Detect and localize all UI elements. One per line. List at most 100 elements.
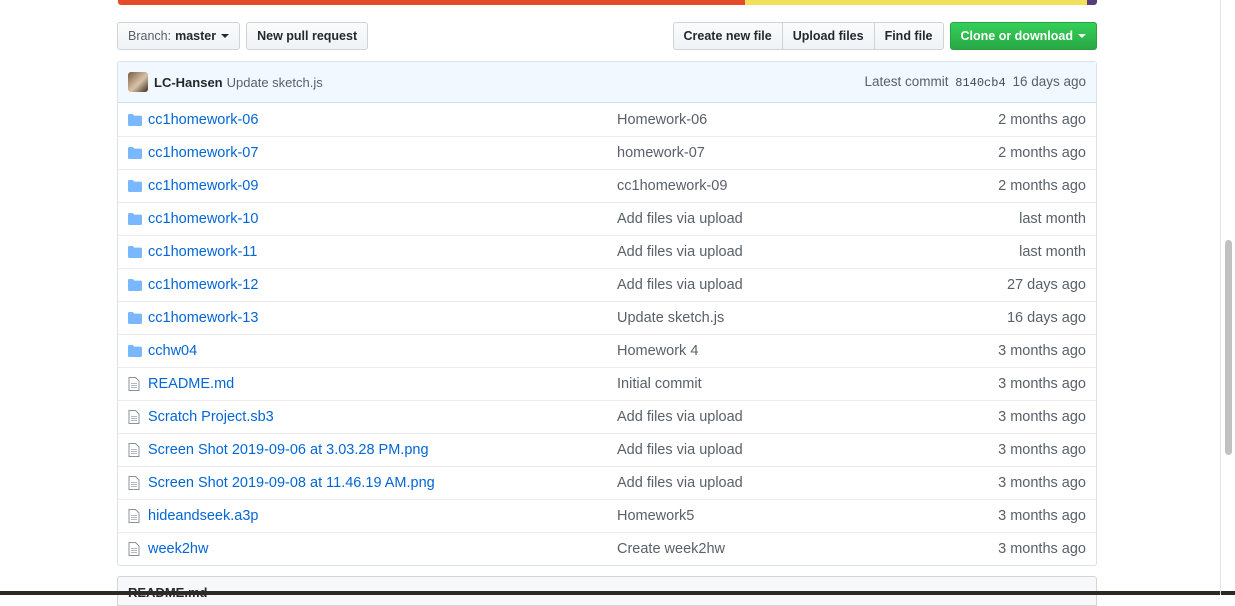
toolbar-left: Branch: master New pull request — [117, 22, 369, 50]
caret-down-icon — [221, 34, 230, 38]
folder-icon — [128, 244, 144, 260]
file-name-link[interactable]: cchw04 — [148, 343, 617, 359]
table-row: Screen Shot 2019-09-08 at 11.46.19 AM.pn… — [118, 466, 1096, 499]
file-icon — [128, 475, 144, 491]
table-row: hideandseek.a3p Homework5 3 months ago — [118, 499, 1096, 532]
commit-message-link[interactable]: Initial commit — [617, 376, 998, 392]
commit-age: 2 months ago — [998, 178, 1086, 194]
commit-age: 16 days ago — [1006, 310, 1086, 326]
folder-icon — [128, 178, 144, 194]
upload-files-button[interactable]: Upload files — [781, 22, 875, 50]
table-row: Scratch Project.sb3 Add files via upload 3… — [118, 400, 1096, 433]
language-bar — [118, 0, 1097, 5]
commit-author[interactable]: LC-Hansen — [154, 75, 223, 90]
table-row: cc1homework-11 Add files via upload last m… — [118, 235, 1096, 268]
create-new-file-button[interactable]: Create new file — [672, 22, 783, 50]
caret-down-icon — [1078, 34, 1086, 38]
file-name-link[interactable]: Screen Shot 2019-09-06 at 3.03.28 PM.png — [148, 442, 617, 458]
file-name-link[interactable]: cc1homework-06 — [148, 112, 617, 128]
language-segment — [118, 0, 745, 5]
commit-message-link[interactable]: Create week2hw — [617, 541, 998, 557]
commit-age: 3 months ago — [998, 508, 1086, 524]
file-name-link[interactable]: cc1homework-07 — [148, 145, 617, 161]
clone-or-download-button[interactable]: Clone or download — [949, 22, 1097, 50]
folder-icon — [128, 112, 144, 128]
commit-age: 2 months ago — [998, 111, 1086, 128]
language-segment — [744, 0, 1088, 5]
file-icon — [128, 409, 144, 425]
table-row: cc1homework-13 Update sketch.js 16 days ag… — [118, 301, 1096, 334]
toolbar-right: Create new file Upload files Find file C… — [672, 22, 1097, 50]
latest-commit-label: Latest commit — [864, 74, 949, 89]
commit-message-link[interactable]: Add files via upload — [617, 409, 998, 425]
commit-age: last month — [1019, 244, 1086, 260]
table-row: README.md Initial commit 3 months ago — [118, 367, 1096, 400]
branch-prefix: Branch: — [128, 29, 172, 43]
commit-message-link[interactable]: cc1homework-09 — [617, 178, 998, 194]
scrollbar-thumb[interactable] — [1225, 240, 1232, 455]
file-name-link[interactable]: Scratch Project.sb3 — [148, 409, 617, 425]
commit-age: 27 days ago — [1006, 277, 1086, 293]
commit-message-link[interactable]: Homework5 — [617, 508, 998, 524]
file-name-link[interactable]: cc1homework-09 — [148, 178, 617, 194]
commit-sha[interactable]: 8140cb4 — [955, 76, 1005, 90]
new-pull-request-button[interactable]: New pull request — [246, 22, 369, 50]
folder-icon — [128, 211, 144, 227]
file-icon — [128, 376, 144, 392]
clone-label: Clone or download — [960, 29, 1074, 43]
table-row: cc1homework-06 Homework-06 2 months ago — [118, 103, 1096, 136]
table-row: cc1homework-12 Add files via upload 27 day… — [118, 268, 1096, 301]
file-name-link[interactable]: week2hw — [148, 541, 617, 557]
commit-age: 3 months ago — [998, 409, 1086, 425]
branch-name: master — [175, 29, 217, 43]
commit-age: 3 months ago — [998, 475, 1086, 491]
scrollbar-track[interactable] — [1220, 0, 1221, 595]
latest-commit-info: Latest commit 8140cb4 16 days ago — [864, 74, 1086, 90]
taskbar-strip — [0, 591, 1235, 595]
latest-commit-bar: LC-Hansen Update sketch.js Latest commit… — [118, 62, 1096, 103]
file-icon — [128, 442, 144, 458]
file-list: LC-Hansen Update sketch.js Latest commit… — [117, 61, 1097, 566]
commit-message-link[interactable]: Update sketch.js — [617, 310, 1007, 326]
table-row: cc1homework-10 Add files via upload last m… — [118, 202, 1096, 235]
avatar[interactable] — [128, 72, 148, 92]
file-name-link[interactable]: Screen Shot 2019-09-08 at 11.46.19 AM.pn… — [148, 475, 617, 491]
commit-age: 16 days ago — [1012, 74, 1086, 89]
table-row: cc1homework-07 homework-07 2 months ago — [118, 136, 1096, 169]
commit-age: 3 months ago — [998, 376, 1086, 392]
branch-select-button[interactable]: Branch: master — [117, 22, 241, 50]
commit-age: last month — [1019, 211, 1086, 227]
commit-message-link[interactable]: homework-07 — [617, 145, 998, 161]
table-row: cc1homework-09 cc1homework-09 2 months ago — [118, 169, 1096, 202]
table-row: Screen Shot 2019-09-06 at 3.03.28 PM.png… — [118, 433, 1096, 466]
commit-message-link[interactable]: Add files via upload — [617, 277, 1007, 293]
file-name-link[interactable]: cc1homework-13 — [148, 310, 617, 326]
commit-message[interactable]: Update sketch.js — [227, 75, 323, 90]
commit-message-link[interactable]: Add files via upload — [617, 442, 998, 458]
commit-message-link[interactable]: Add files via upload — [617, 244, 1019, 260]
file-name-link[interactable]: cc1homework-12 — [148, 277, 617, 293]
folder-icon — [128, 277, 144, 293]
commit-age: 3 months ago — [998, 541, 1086, 557]
find-file-button[interactable]: Find file — [873, 22, 944, 50]
file-name-link[interactable]: README.md — [148, 376, 617, 392]
commit-age: 2 months ago — [998, 145, 1086, 161]
file-icon — [128, 541, 144, 557]
commit-message-link[interactable]: Homework-06 — [617, 112, 998, 128]
file-name-link[interactable]: cc1homework-10 — [148, 211, 617, 227]
language-segment — [1087, 0, 1097, 5]
commit-message-link[interactable]: Homework 4 — [617, 343, 998, 359]
folder-icon — [128, 145, 144, 161]
commit-message-link[interactable]: Add files via upload — [617, 475, 998, 491]
commit-age: 3 months ago — [998, 343, 1086, 359]
commit-message-link[interactable]: Add files via upload — [617, 211, 1019, 227]
file-icon — [128, 508, 144, 524]
file-actions-group: Create new file Upload files Find file — [672, 22, 944, 50]
file-name-link[interactable]: cc1homework-11 — [148, 244, 617, 260]
file-name-link[interactable]: hideandseek.a3p — [148, 508, 617, 524]
file-rows: cc1homework-06 Homework-06 2 months ago cc1… — [118, 103, 1096, 565]
commit-age: 3 months ago — [998, 442, 1086, 458]
folder-icon — [128, 310, 144, 326]
table-row: cchw04 Homework 43 months ago — [118, 334, 1096, 367]
folder-icon — [128, 343, 144, 359]
